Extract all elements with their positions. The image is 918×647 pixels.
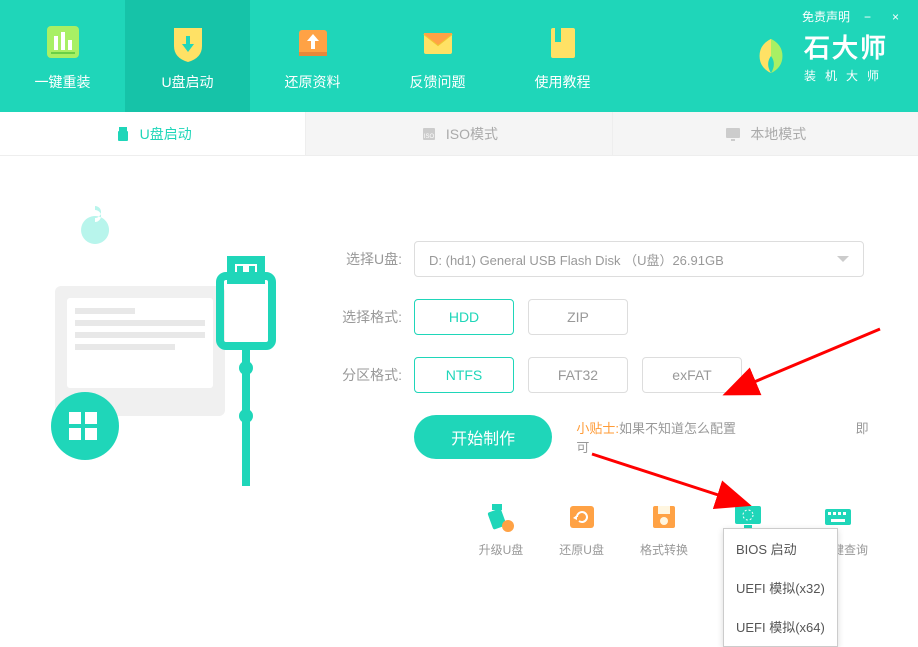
label-partition: 分区格式: <box>330 365 402 385</box>
upload-box-icon <box>291 20 335 64</box>
shield-usb-icon <box>166 20 210 64</box>
action-label: 格式转换 <box>640 541 688 558</box>
action-restore-usb[interactable]: 还原U盘 <box>559 499 604 558</box>
logo-icon <box>750 35 792 77</box>
nav-label: 反馈问题 <box>410 72 466 92</box>
iso-icon: ISO <box>420 125 438 143</box>
action-format-convert[interactable]: 格式转换 <box>640 499 688 558</box>
brand-subtitle: 装机大师 <box>804 67 888 84</box>
envelope-icon <box>416 20 460 64</box>
option-fat32[interactable]: FAT32 <box>528 357 628 393</box>
form-area: 选择U盘: D: (hd1) General USB Flash Disk （U… <box>330 241 878 459</box>
nav-tutorial[interactable]: 使用教程 <box>500 0 625 112</box>
minimize-button[interactable]: − <box>864 10 878 24</box>
brand-title: 石大师 <box>804 28 888 65</box>
action-label: 升级U盘 <box>479 541 524 558</box>
book-icon <box>541 20 585 64</box>
action-label: 还原U盘 <box>559 541 604 558</box>
nav-label: 一键重装 <box>35 72 91 92</box>
menu-bios-boot[interactable]: BIOS 启动 <box>724 529 837 568</box>
subtab-iso[interactable]: ISO ISO模式 <box>306 112 612 155</box>
row-format-mode: 选择格式: HDD ZIP <box>330 299 878 335</box>
svg-text:ISO: ISO <box>424 134 435 140</box>
subtab-local[interactable]: 本地模式 <box>613 112 918 155</box>
bar-chart-icon <box>41 20 85 64</box>
subtab-usb-boot[interactable]: U盘启动 <box>0 112 306 155</box>
sub-tabs: U盘启动 ISO ISO模式 本地模式 <box>0 112 918 156</box>
action-upgrade-usb[interactable]: 升级U盘 <box>479 499 524 558</box>
window-controls: 免责声明 − × <box>802 8 906 25</box>
start-button[interactable]: 开始制作 <box>414 415 552 459</box>
nav-feedback[interactable]: 反馈问题 <box>375 0 500 112</box>
disclaimer-link[interactable]: 免责声明 <box>802 8 850 25</box>
nav-restore[interactable]: 还原资料 <box>250 0 375 112</box>
tip-text: 小贴士:如果不知道怎么配置 即可 <box>576 418 878 456</box>
menu-uefi-x64[interactable]: UEFI 模拟(x64) <box>724 607 837 646</box>
content-area: 选择U盘: D: (hd1) General USB Flash Disk （U… <box>0 156 918 578</box>
close-button[interactable]: × <box>892 10 906 24</box>
nav-label: U盘启动 <box>161 72 213 92</box>
disk-convert-icon <box>646 499 682 535</box>
row-partition: 分区格式: NTFS FAT32 exFAT <box>330 357 878 393</box>
subtab-label: ISO模式 <box>446 124 498 144</box>
option-zip[interactable]: ZIP <box>528 299 628 335</box>
disk-dropdown-value: D: (hd1) General USB Flash Disk （U盘）26.9… <box>429 250 724 269</box>
simulate-boot-menu: BIOS 启动 UEFI 模拟(x32) UEFI 模拟(x64) <box>723 528 838 647</box>
label-select-disk: 选择U盘: <box>330 249 402 269</box>
tip-label: 小贴士: <box>576 421 619 436</box>
header: 免责声明 − × 一键重装 U盘启动 还原资料 反馈问题 <box>0 0 918 112</box>
label-format-mode: 选择格式: <box>330 307 402 327</box>
usb-icon <box>114 125 132 143</box>
menu-uefi-x32[interactable]: UEFI 模拟(x32) <box>724 568 837 607</box>
nav-reinstall[interactable]: 一键重装 <box>0 0 125 112</box>
nav-label: 使用教程 <box>535 72 591 92</box>
disk-dropdown[interactable]: D: (hd1) General USB Flash Disk （U盘）26.9… <box>414 241 864 277</box>
restore-icon <box>564 499 600 535</box>
nav-usb-boot[interactable]: U盘启动 <box>125 0 250 112</box>
usb-upgrade-icon <box>483 499 519 535</box>
nav-label: 还原资料 <box>285 72 341 92</box>
usb-illustration <box>45 196 305 496</box>
row-select-disk: 选择U盘: D: (hd1) General USB Flash Disk （U… <box>330 241 878 277</box>
tip-body: 如果不知道怎么配置 <box>619 421 736 436</box>
main-nav: 一键重装 U盘启动 还原资料 反馈问题 使用教程 <box>0 0 625 112</box>
monitor-icon <box>724 125 742 143</box>
subtab-label: 本地模式 <box>750 124 806 144</box>
subtab-label: U盘启动 <box>140 124 192 144</box>
action-row: 开始制作 小贴士:如果不知道怎么配置 即可 <box>414 415 878 459</box>
option-hdd[interactable]: HDD <box>414 299 514 335</box>
option-exfat[interactable]: exFAT <box>642 357 742 393</box>
option-ntfs[interactable]: NTFS <box>414 357 514 393</box>
